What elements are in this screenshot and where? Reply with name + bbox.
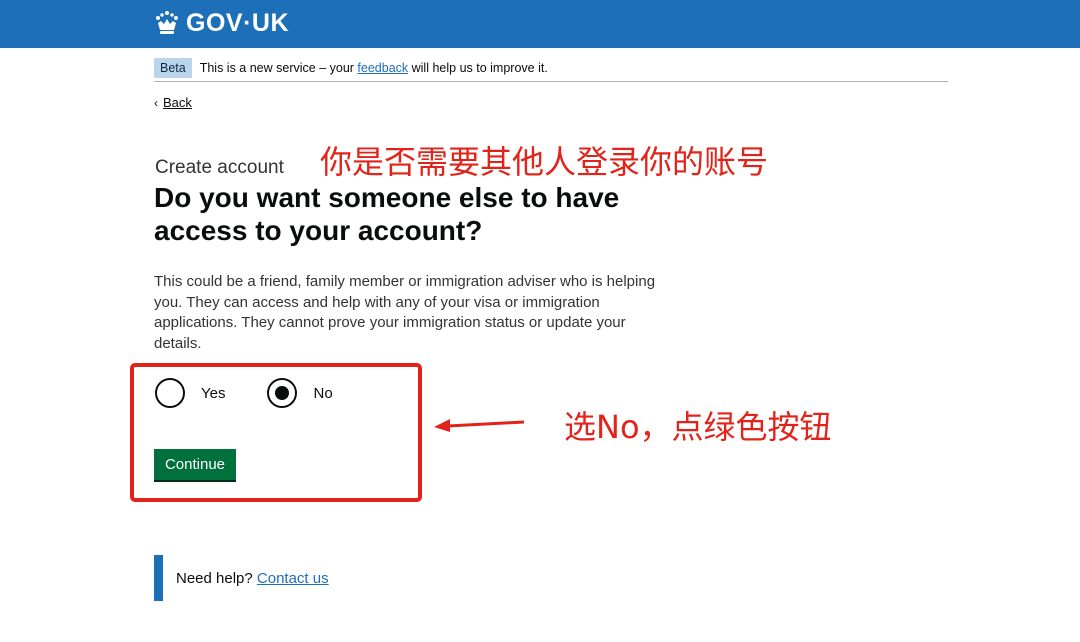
help-panel: Need help? Contact us [154,555,329,601]
back-link[interactable]: Back [163,95,192,110]
annotation-arrow-icon [434,419,525,432]
back-link-container: ‹ Back [154,95,192,110]
phase-text-before: This is a new service – your [199,60,358,75]
page-title: Do you want someone else to have access … [154,182,620,246]
crown-icon [156,11,178,34]
logo-text: GOV·UK [186,9,289,37]
annotation-instruction: 选No，点绿色按钮 [564,408,832,446]
site-header: GOV·UK [0,0,1080,48]
page-caption: Create account [155,157,284,178]
chevron-left-icon: ‹ [154,95,158,110]
govuk-logo[interactable]: GOV·UK [154,8,289,38]
contact-us-link[interactable]: Contact us [257,570,329,587]
feedback-link[interactable]: feedback [357,61,408,75]
beta-tag: Beta [154,57,192,78]
phase-banner: Beta This is a new service – your feedba… [154,54,948,82]
annotation-highlight-box [130,363,422,502]
question-hint: This could be a friend, family member or… [154,273,656,352]
annotation-title: 你是否需要其他人登录你的账号 [320,143,769,181]
phase-text-after: will help us to improve it. [408,60,548,75]
help-text: Need help? [176,569,257,587]
